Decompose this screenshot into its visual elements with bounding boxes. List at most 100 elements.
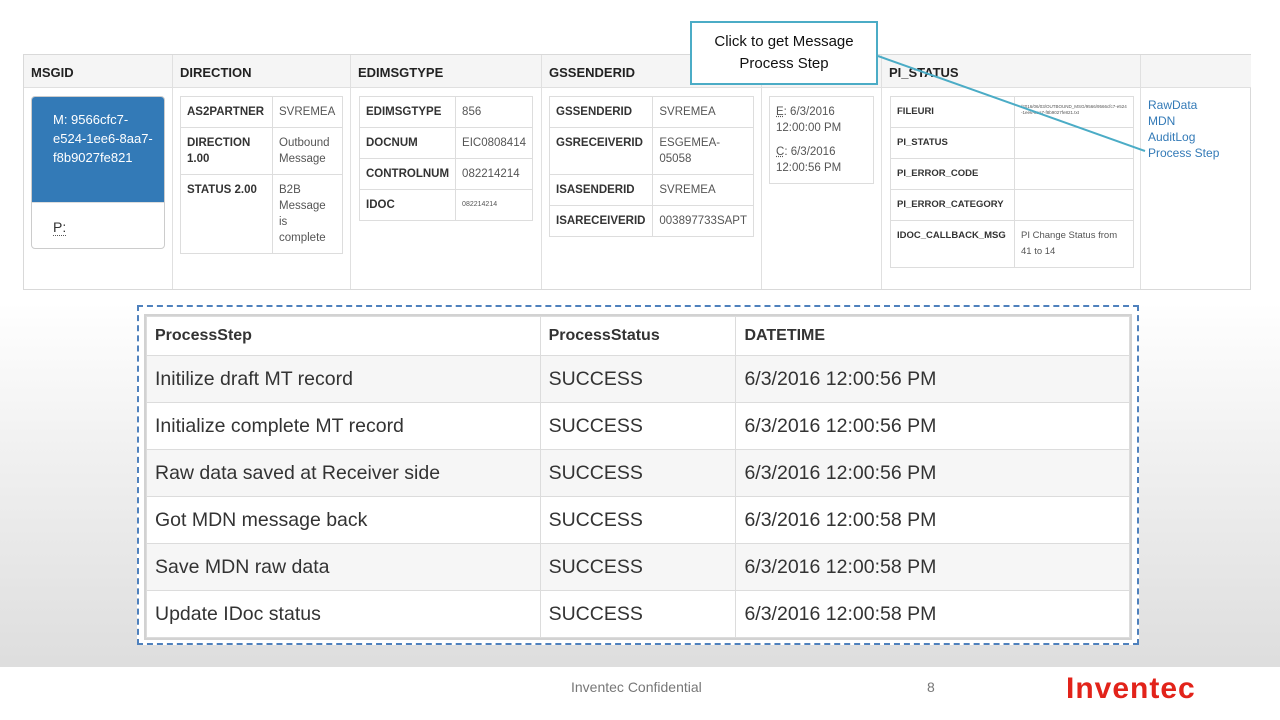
footer-confidential: Inventec Confidential [571,679,702,695]
process-column-header: DATETIME [735,316,1130,356]
action-links: RawData MDN AuditLog Process Step [1148,97,1219,161]
process-row: Initialize complete MT record SUCCESS 6/3/… [146,402,1130,450]
pi-value [1014,158,1134,190]
process-row: Got MDN message back SUCCESS 6/3/2016 12:0… [146,496,1130,544]
message-card[interactable]: M: 9566cfc7-e524-1ee6-8aa7-f8b9027fe821 … [31,96,165,249]
process-datetime-cell: 6/3/2016 12:00:56 PM [735,355,1130,403]
inventec-logo: Inventec [1066,672,1196,705]
process-row: Update IDoc status SUCCESS 6/3/2016 12:00:… [146,590,1130,638]
process-row: Initilize draft MT record SUCCESS 6/3/2016… [146,355,1130,403]
gs-key: ISARECEIVERID [548,205,654,237]
direction-row: STATUS 2.00 B2B Message is complete [180,174,343,254]
process-header-row: ProcessStep ProcessStatus DATETIME [146,316,1130,356]
e-date-value: : 6/3/2016 12:00:00 PM [776,106,842,134]
process-datetime-cell: 6/3/2016 12:00:56 PM [735,402,1130,450]
direction-header: DIRECTION [173,55,350,88]
link-rawdata[interactable]: RawData [1148,97,1219,113]
edi-value: 082214214 [455,158,533,190]
message-grid: MSGID M: 9566cfc7-e524-1ee6-8aa7-f8b9027… [23,54,1251,290]
gs-key: ISASENDERID [548,174,654,206]
process-row: Save MDN raw data SUCCESS 6/3/2016 12:00:5… [146,543,1130,591]
edi-key: IDOC [358,189,457,221]
direction-key: AS2PARTNER [180,96,273,128]
links-header [1141,55,1251,88]
process-datetime-cell: 6/3/2016 12:00:56 PM [735,449,1130,497]
gs-value: 003897733SAPT [652,205,754,237]
direction-table: AS2PARTNER SVREMEA DIRECTION 1.00 Outbound … [180,96,343,254]
pi-table: FILEURI/2016/06/03/OUTBOUND_MSG/9566/956… [890,96,1134,268]
link-auditlog[interactable]: AuditLog [1148,129,1219,145]
pi-row: IDOC_CALLBACK_MSG PI Change Status from 4… [890,220,1134,268]
edi-value: 856 [455,96,533,128]
gs-key: GSRECEIVERID [548,127,654,175]
dates-column: E: 6/3/2016 12:00:00 PM C: 6/3/2016 12:0… [762,55,882,289]
pi-key: IDOC_CALLBACK_MSG [890,220,1015,268]
pi-status-column: PI_STATUS FILEURI/2016/06/03/OUTBOUND_MS… [882,55,1141,289]
process-status-cell: SUCCESS [539,543,737,591]
e-date-prefix: E [776,106,784,118]
pi-status-header: PI_STATUS [882,55,1140,88]
process-step-table: ProcessStep ProcessStatus DATETIME Initiliz… [144,314,1132,640]
edi-row: EDIMSGTYPE 856 [358,96,533,128]
direction-value: SVREMEA [272,96,343,128]
gssenderid-column: GSSENDERID GSSENDERID SVREMEA GSRECEIVERID… [542,55,762,289]
pi-row: FILEURI/2016/06/03/OUTBOUND_MSG/9566/956… [890,96,1134,128]
msgid-header: MSGID [24,55,172,88]
process-datetime-cell: 6/3/2016 12:00:58 PM [735,496,1130,544]
edimsgtype-column: EDIMSGTYPE EDIMSGTYPE 856 DOCNUM EIC0808414… [351,55,542,289]
pi-value [1014,127,1134,159]
pi-key: PI_ERROR_CATEGORY [890,189,1015,221]
message-id[interactable]: M: 9566cfc7-e524-1ee6-8aa7-f8b9027fe821 [32,97,164,202]
e-date-cell: E: 6/3/2016 12:00:00 PM C: 6/3/2016 12:0… [769,96,874,184]
gs-value: SVREMEA [652,96,754,128]
links-column: RawData MDN AuditLog Process Step [1141,55,1251,289]
edi-row: DOCNUM EIC0808414 [358,127,533,159]
process-step-panel: ProcessStep ProcessStatus DATETIME Initiliz… [137,305,1139,645]
process-datetime-cell: 6/3/2016 12:00:58 PM [735,543,1130,591]
process-column-header: ProcessStatus [539,316,737,356]
process-status-cell: SUCCESS [539,402,737,450]
process-row: Raw data saved at Receiver side SUCCESS 6/… [146,449,1130,497]
direction-column: DIRECTION AS2PARTNER SVREMEA DIRECTION 1.0… [173,55,351,289]
gs-key: GSSENDERID [548,96,654,128]
link-process-step[interactable]: Process Step [1148,145,1219,161]
c-date-value: : 6/3/2016 12:00:56 PM [776,146,842,174]
pi-key: FILEURI [890,96,1015,128]
edi-key: EDIMSGTYPE [358,96,457,128]
edi-key: DOCNUM [358,127,457,159]
process-column-header: ProcessStep [146,316,541,356]
process-status-cell: SUCCESS [539,590,737,638]
gs-value: ESGEMEA-05058 [652,127,754,175]
edimsgtype-header: EDIMSGTYPE [351,55,541,88]
direction-value: Outbound Message [272,127,343,175]
callout-box: Click to get Message Process Step [690,21,878,85]
edi-value: EIC0808414 [455,127,533,159]
process-step-cell: Update IDoc status [146,590,541,638]
edi-key: CONTROLNUM [358,158,457,190]
message-p-field: P: [32,202,164,236]
gs-row: ISASENDERID SVREMEA [548,174,754,206]
gs-table: GSSENDERID SVREMEA GSRECEIVERID ESGEMEA-050… [548,96,754,237]
process-step-cell: Initilize draft MT record [146,355,541,403]
link-mdn[interactable]: MDN [1148,113,1219,129]
direction-key: STATUS 2.00 [180,174,273,254]
edi-table: EDIMSGTYPE 856 DOCNUM EIC0808414 CONTROLNUM 0… [358,96,533,221]
process-step-cell: Initialize complete MT record [146,402,541,450]
page-number: 8 [927,679,935,695]
process-status-cell: SUCCESS [539,496,737,544]
gs-row: ISARECEIVERID 003897733SAPT [548,205,754,237]
dates-table: E: 6/3/2016 12:00:00 PM C: 6/3/2016 12:0… [769,96,874,184]
process-step-cell: Save MDN raw data [146,543,541,591]
pi-value [1014,189,1134,221]
process-datetime-cell: 6/3/2016 12:00:58 PM [735,590,1130,638]
pi-value: /2016/06/03/OUTBOUND_MSG/9566/9566cfc7-e… [1014,96,1134,128]
process-step-cell: Raw data saved at Receiver side [146,449,541,497]
direction-key: DIRECTION 1.00 [180,127,273,175]
pi-row: PI_ERROR_CATEGORY [890,189,1134,221]
gs-value: SVREMEA [652,174,754,206]
direction-row: AS2PARTNER SVREMEA [180,96,343,128]
edi-row: CONTROLNUM 082214214 [358,158,533,190]
edi-row: IDOC 082214214 [358,189,533,221]
pi-row: PI_STATUS [890,127,1134,159]
pi-value: PI Change Status from 41 to 14 [1014,220,1134,268]
